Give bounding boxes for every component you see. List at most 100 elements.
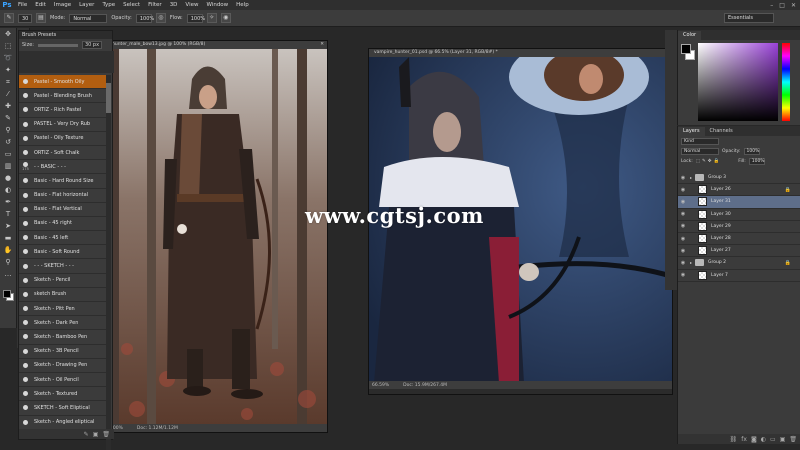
menu-edit[interactable]: Edit [31,0,50,10]
menu-select[interactable]: Select [119,0,144,10]
brush-preset-item[interactable]: Sketch - Pencil [19,274,107,288]
dodge-tool-icon[interactable]: ◐ [1,185,16,196]
workspace-select[interactable]: Essentials [724,13,774,23]
marquee-tool-icon[interactable]: ⬚ [1,41,16,52]
brush-preset-item[interactable]: Sketch - Drawing Pen [19,359,107,373]
brush-preset-item[interactable]: Basic - Soft Round [19,245,107,260]
blur-tool-icon[interactable]: ● [1,173,16,184]
brush-preset-item[interactable]: Sketch - Angled eliptical [19,416,107,430]
zoom-level[interactable]: 66.59% [372,383,389,388]
gradient-tool-icon[interactable]: ▥ [1,161,16,172]
menu-help[interactable]: Help [232,0,253,10]
zoom-tool-icon[interactable]: ⚲ [1,257,16,268]
healing-tool-icon[interactable]: ✚ [1,101,16,112]
group-expand-icon[interactable]: ▸ [690,175,692,180]
hue-slider[interactable] [782,43,790,121]
new-layer-icon[interactable]: ▣ [780,436,786,443]
delete-brush-icon[interactable]: 🗑 [102,431,110,438]
new-group-icon[interactable]: ▭ [770,436,776,443]
brush-size-input[interactable]: 30 px [81,41,102,49]
menu-image[interactable]: Image [50,0,75,10]
layer-style-icon[interactable]: fx [741,436,747,443]
brush-preset-item[interactable]: - - - SKETCH - - - [19,259,107,274]
tab-channels[interactable]: Channels [705,127,738,136]
layer-row[interactable]: ◉ Layer 28 [678,233,800,246]
brush-preset-item[interactable]: Basic - 45 left [19,231,107,246]
shape-tool-icon[interactable]: ▬ [1,233,16,244]
maximize-icon[interactable]: □ [779,2,785,9]
layer-row[interactable]: ◉ Layer 7 [678,270,800,282]
layer-row[interactable]: ◉ ▸ Group 3 [678,172,800,185]
brush-preset-item[interactable]: Basic - 45 right [19,217,107,232]
layer-opacity-input[interactable]: 100% [743,147,760,155]
pressure-opacity-icon[interactable]: ◎ [155,13,166,23]
brush-panel-toggle-icon[interactable]: ▤ [36,13,46,23]
visibility-eye-icon[interactable]: ◉ [678,211,688,217]
type-tool-icon[interactable]: T [1,209,16,220]
flow-input[interactable]: 100% [186,13,205,23]
brush-preset-item[interactable]: Pastel - Blending Brush [19,89,107,104]
visibility-eye-icon[interactable]: ◉ [678,248,688,254]
lasso-tool-icon[interactable]: ➰ [1,53,16,64]
brush-preset-item[interactable]: PASTEL - Very Dry Rub [19,118,107,132]
menu-type[interactable]: Type [98,0,119,10]
brush-preset-item[interactable]: Sketch - Oil Pencil [19,373,107,388]
visibility-eye-icon[interactable]: ◉ [678,175,688,181]
document-tab[interactable]: vampire_hunter_01.psd @ 66.5% (Layer 31,… [369,49,672,57]
blend-mode-select[interactable]: Normal [681,147,719,155]
more-tools-icon[interactable]: … [1,269,16,280]
brush-preset-item[interactable]: Sketch - Textured [19,387,107,402]
color-picker-field[interactable] [698,43,778,121]
lock-icons[interactable]: ⬚✎✥🔒 [696,159,721,164]
menu-3d[interactable]: 3D [166,0,182,10]
layer-row[interactable]: ◉ Layer 27 [678,245,800,258]
brush-tool-icon[interactable]: ✎ [4,13,14,23]
brush-preset-item[interactable]: 175 - - BASIC - - - [19,160,107,175]
brush-tool-icon[interactable]: ✎ [1,113,16,124]
brush-preset-item[interactable]: SKETCH - Soft Eliptical [19,401,107,416]
visibility-eye-icon[interactable]: ◉ [678,260,688,266]
brush-preset-item[interactable]: Pastel - Oily Texture [19,132,107,146]
pressure-size-icon[interactable]: ◉ [220,13,231,23]
crop-tool-icon[interactable]: ⌗ [1,77,16,88]
mode-select[interactable]: Normal [69,13,108,23]
close-document-icon[interactable]: ✕ [320,41,327,49]
toggle-brush-panel-icon[interactable]: ✎ [84,431,89,438]
brush-preset-item[interactable]: Sketch - Dark Pen [19,316,107,331]
menu-file[interactable]: File [14,0,31,10]
document-tab[interactable]: hunter_male_bow13.jpg @ 100% (RGB/8) ✕ [107,41,327,49]
eyedropper-tool-icon[interactable]: ⁄ [1,89,16,100]
menu-window[interactable]: Window [202,0,232,10]
visibility-eye-icon[interactable]: ◉ [678,199,688,205]
document-window-photo[interactable]: hunter_male_bow13.jpg @ 100% (RGB/8) ✕ 1… [106,40,328,433]
move-tool-icon[interactable]: ✥ [1,29,16,40]
tab-color[interactable]: Color [678,31,702,40]
brush-preset-item[interactable]: Sketch - 3B Pencil [19,345,107,359]
brush-list-scrollbar[interactable] [106,75,111,450]
brush-preset-item[interactable]: Basic - Hard Round Size [19,174,107,189]
quick-select-tool-icon[interactable]: ✦ [1,65,16,76]
brush-list-scroll-thumb[interactable] [106,83,111,113]
delete-layer-icon[interactable]: 🗑 [789,436,797,443]
fill-input[interactable]: 100% [748,157,765,165]
brush-preset-item[interactable]: Basic - Flat Vertical [19,203,107,217]
eraser-tool-icon[interactable]: ▭ [1,149,16,160]
color-panel-foreground-swatch[interactable] [681,44,691,54]
link-layers-icon[interactable]: ⛓ [730,436,738,443]
brush-size-picker[interactable]: 30 [18,13,32,23]
layer-row[interactable]: ◉ Layer 31 [678,196,800,209]
brush-size-slider[interactable] [37,43,78,47]
visibility-eye-icon[interactable]: ◉ [678,236,688,242]
pen-tool-icon[interactable]: ✒ [1,197,16,208]
new-brush-icon[interactable]: ▣ [93,431,99,438]
brush-preset-item[interactable]: sketch Brush [19,288,107,302]
menu-layer[interactable]: Layer [75,0,98,10]
visibility-eye-icon[interactable]: ◉ [678,223,688,229]
brush-preset-item[interactable]: ORTIZ - Rich Pastel [19,103,107,118]
brush-preset-item[interactable]: Pastel - Smooth Oily [19,75,107,90]
brush-preset-item[interactable]: ORTIZ - Soft Chalk [19,146,107,161]
path-select-tool-icon[interactable]: ➤ [1,221,16,232]
layer-row[interactable]: ◉ ▸ Group 2 🔒 [678,257,800,270]
history-brush-tool-icon[interactable]: ↺ [1,137,16,148]
opacity-input[interactable]: 100% [135,13,154,23]
